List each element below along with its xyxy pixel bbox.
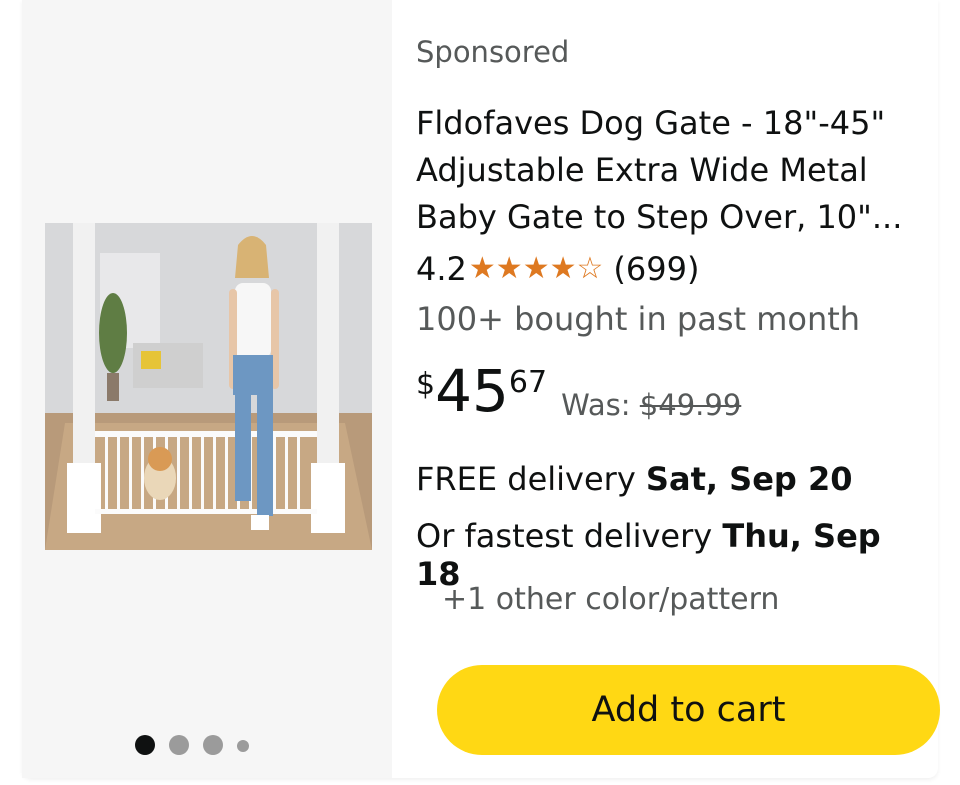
bought-count: 100+ bought in past month — [416, 300, 861, 338]
sponsored-label: Sponsored — [416, 35, 570, 69]
carousel-dot-3[interactable] — [203, 735, 223, 755]
free-delivery: FREE delivery Sat, Sep 20 — [416, 460, 852, 498]
product-media — [22, 0, 392, 778]
star-outline-icon: ☆ — [576, 251, 604, 286]
carousel-dot-4[interactable] — [237, 739, 249, 752]
add-to-cart-button[interactable]: Add to cart — [437, 665, 940, 755]
rating-stars[interactable]: ★ ★ ★ ★ ☆ — [469, 251, 604, 287]
star-icon: ★ — [522, 251, 550, 286]
price-row: $ 45 67 Was: $49.99 — [416, 362, 741, 422]
product-card[interactable]: Sponsored Fldofaves Dog Gate - 18"-45" A… — [22, 0, 940, 778]
price-fraction: 67 — [508, 365, 548, 400]
product-info: Sponsored Fldofaves Dog Gate - 18"-45" A… — [416, 0, 940, 778]
other-colors-link[interactable]: +1 other color/pattern — [442, 582, 779, 617]
price-whole: 45 — [435, 357, 509, 425]
was-label: Was: — [561, 388, 640, 422]
carousel-dots — [135, 733, 263, 757]
fastest-delivery-prefix: Or fastest delivery — [416, 517, 723, 555]
free-delivery-prefix: FREE delivery — [416, 460, 646, 498]
product-image[interactable] — [45, 223, 372, 550]
star-icon: ★ — [549, 251, 577, 286]
carousel-dot-2[interactable] — [169, 735, 189, 755]
was-price: $49.99 — [639, 388, 742, 422]
carousel-dot-1[interactable] — [135, 735, 155, 755]
free-delivery-date: Sat, Sep 20 — [645, 460, 853, 498]
rating-row: 4.2 ★ ★ ★ ★ ☆ (699) — [416, 250, 699, 288]
review-count[interactable]: (699) — [613, 250, 699, 288]
was-price-block: Was: $49.99 — [561, 388, 741, 422]
price-symbol: $ — [416, 367, 436, 402]
rating-value: 4.2 — [416, 250, 467, 288]
product-title[interactable]: Fldofaves Dog Gate - 18"-45" Adjustable … — [416, 100, 916, 241]
star-icon: ★ — [495, 251, 523, 286]
star-icon: ★ — [468, 251, 496, 286]
